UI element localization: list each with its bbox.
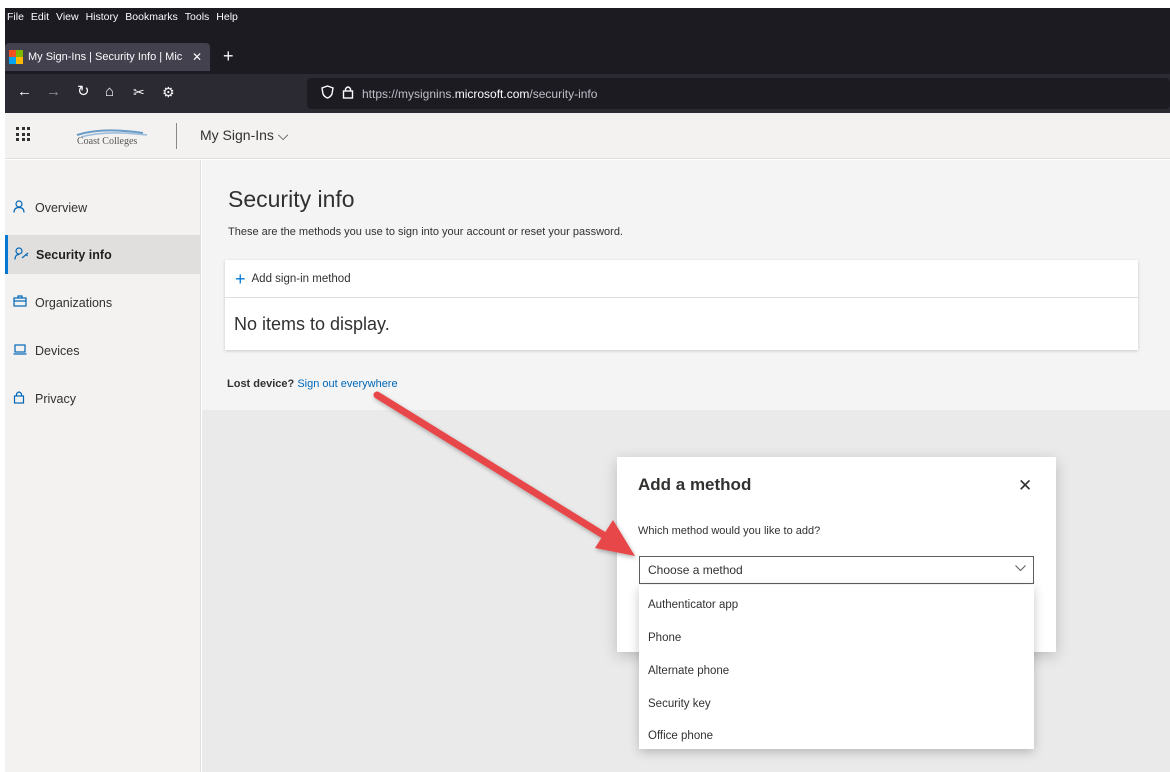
home-icon[interactable]: ⌂	[105, 83, 114, 101]
page-title: Security info	[228, 186, 355, 212]
brand-name: Coast Colleges	[77, 136, 138, 147]
lock-icon	[13, 390, 35, 407]
menu-history[interactable]: History	[86, 11, 119, 23]
select-value: Choose a method	[648, 563, 743, 577]
close-icon[interactable]: ✕	[1018, 477, 1032, 494]
briefcase-icon	[13, 295, 35, 310]
shield-icon[interactable]	[321, 85, 334, 102]
forward-icon[interactable]: →	[46, 83, 61, 101]
add-method-label: Add sign-in method	[251, 272, 351, 285]
menu-bookmarks[interactable]: Bookmarks	[125, 11, 178, 23]
sidebar-item-devices[interactable]: Devices	[5, 331, 201, 370]
dialog-title: Add a method	[638, 475, 752, 494]
url-domain: microsoft.com	[454, 86, 530, 101]
sidebar: Overview Security info Organizations Dev…	[5, 160, 201, 772]
plus-icon: +	[235, 268, 246, 289]
tab-close-icon[interactable]: ✕	[192, 50, 202, 64]
sidebar-item-label: Overview	[35, 200, 88, 215]
page-subtitle: These are the methods you use to sign in…	[228, 226, 623, 238]
settings-icon[interactable]: ⚙	[162, 83, 175, 101]
app-title[interactable]: My Sign-Ins ⌵	[200, 127, 288, 144]
method-dropdown-list: Authenticator app Phone Alternate phone …	[639, 585, 1034, 749]
lost-device-label: Lost device?	[227, 378, 295, 390]
url-path: /security-info	[529, 86, 598, 101]
main-panel: Security info These are the methods you …	[202, 160, 1170, 410]
option-office-phone[interactable]: Office phone	[639, 719, 1034, 752]
tab-bar: My Sign-Ins | Security Info | Mic ✕ +	[5, 38, 1170, 74]
sidebar-item-organizations[interactable]: Organizations	[5, 283, 201, 322]
sidebar-item-label: Organizations	[35, 295, 113, 310]
new-tab-button[interactable]: +	[223, 47, 234, 65]
method-select[interactable]: Choose a method	[639, 556, 1034, 584]
menu-tools[interactable]: Tools	[185, 11, 210, 23]
option-alternate-phone[interactable]: Alternate phone	[639, 654, 1034, 687]
sidebar-item-label: Privacy	[35, 391, 76, 406]
add-sign-in-method-button[interactable]: + Add sign-in method	[225, 260, 1138, 298]
sidebar-item-label: Security info	[36, 247, 112, 262]
option-authenticator-app[interactable]: Authenticator app	[639, 588, 1034, 621]
option-phone[interactable]: Phone	[639, 621, 1034, 654]
laptop-icon	[13, 343, 35, 358]
menu-help[interactable]: Help	[216, 11, 238, 23]
lost-device-row: Lost device? Sign out everywhere	[227, 378, 398, 390]
browser-tab[interactable]: My Sign-Ins | Security Info | Mic ✕	[5, 43, 210, 71]
menu-view[interactable]: View	[56, 11, 79, 23]
sign-out-everywhere-link[interactable]: Sign out everywhere	[297, 378, 397, 390]
methods-card: + Add sign-in method No items to display…	[225, 260, 1138, 350]
sidebar-item-label: Devices	[35, 343, 80, 358]
screenshot-icon[interactable]: ✂	[133, 83, 145, 101]
tab-title: My Sign-Ins | Security Info | Mic	[28, 51, 183, 63]
sidebar-item-privacy[interactable]: Privacy	[5, 379, 201, 418]
option-security-key[interactable]: Security key	[639, 687, 1034, 720]
app-launcher-icon[interactable]	[16, 127, 30, 141]
site-header: Coast Colleges My Sign-Ins ⌵	[5, 113, 1170, 159]
menu-file[interactable]: File	[7, 11, 24, 23]
dialog-question: Which method would you like to add?	[638, 525, 821, 537]
url-prefix: https://mysignins.	[362, 86, 455, 101]
empty-message: No items to display.	[234, 314, 390, 334]
browser-window: File Edit View History Bookmarks Tools H…	[5, 8, 1170, 772]
key-person-icon	[14, 246, 36, 263]
sidebar-item-overview[interactable]: Overview	[5, 188, 201, 227]
menu-bar: File Edit View History Bookmarks Tools H…	[5, 8, 1170, 38]
navigation-bar: ← → ↻ ⌂ ✂ ⚙ https://mysignins. microsoft.…	[5, 74, 1170, 113]
url-bar[interactable]: https://mysignins. microsoft.com/security…	[307, 78, 1170, 109]
header-divider	[176, 123, 177, 149]
chevron-down-icon[interactable]	[1015, 563, 1026, 575]
person-icon	[13, 199, 35, 216]
back-icon[interactable]: ←	[17, 83, 32, 101]
lock-icon[interactable]	[342, 85, 354, 102]
sidebar-item-security-info[interactable]: Security info	[5, 235, 201, 274]
menu-edit[interactable]: Edit	[31, 11, 49, 23]
microsoft-logo-icon	[9, 50, 23, 64]
reload-icon[interactable]: ↻	[77, 83, 90, 101]
